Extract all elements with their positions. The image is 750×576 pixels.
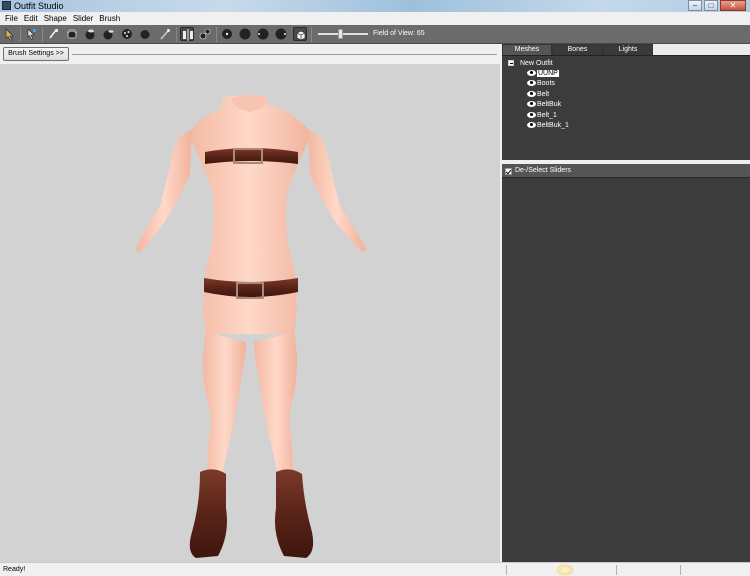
mesh-tree: New Outfit UUNP Boots Belt BeltBuk Belt_… <box>502 55 750 160</box>
status-divider <box>616 565 617 575</box>
maximize-button[interactable]: □ <box>704 0 718 11</box>
weight-brush-icon[interactable] <box>158 27 172 41</box>
model-right-boot <box>275 469 314 558</box>
eye-icon[interactable] <box>527 91 536 98</box>
title-bar: Outfit Studio – □ ✕ <box>0 0 750 12</box>
brush-settings-button[interactable]: Brush Settings >> <box>3 47 69 61</box>
sliders-header-label: De-/Select Sliders <box>515 167 572 174</box>
sliders-panel: De-/Select Sliders <box>502 164 750 562</box>
fov-slider-track[interactable] <box>318 33 368 35</box>
tree-item-label: BeltBuk <box>537 101 562 108</box>
close-button[interactable]: ✕ <box>720 0 746 11</box>
toolbar-separator <box>216 27 217 42</box>
select-sliders-checkbox[interactable] <box>505 168 512 175</box>
connected-only-icon[interactable] <box>198 27 212 41</box>
deflate-brush-icon[interactable] <box>65 27 79 41</box>
model-right-leg <box>254 332 297 484</box>
mask-brush-icon[interactable] <box>120 27 134 41</box>
brush-size-xlarge-icon[interactable] <box>274 27 288 41</box>
model-right-arm <box>308 130 366 252</box>
move-brush-icon[interactable] <box>83 27 97 41</box>
status-indicator <box>556 564 574 576</box>
tree-item-label: UUNP <box>537 70 559 77</box>
tree-root[interactable]: New Outfit <box>508 59 553 68</box>
tab-bones[interactable]: Bones <box>552 44 603 55</box>
toolbar-separator <box>20 27 21 42</box>
status-divider <box>506 565 507 575</box>
tree-root-label: New Outfit <box>520 60 553 67</box>
brush-size-large-icon[interactable] <box>256 27 270 41</box>
smooth-brush-icon[interactable] <box>101 27 115 41</box>
toolbar: Field of View: 65 <box>0 25 750 44</box>
model-left-leg <box>203 332 246 484</box>
window-title: Outfit Studio <box>14 1 64 11</box>
brush-settings-bar: Brush Settings >> <box>0 44 500 64</box>
toolbar-separator <box>176 27 177 42</box>
menu-slider[interactable]: Slider <box>70 12 96 25</box>
unmask-brush-icon[interactable] <box>138 27 152 41</box>
mirror-x-icon[interactable] <box>180 27 194 41</box>
status-text: Ready! <box>3 566 26 573</box>
menu-edit[interactable]: Edit <box>21 12 41 25</box>
menu-file[interactable]: File <box>2 12 21 25</box>
tree-item-label: Belt_1 <box>537 112 557 119</box>
select-icon[interactable] <box>3 27 17 41</box>
menu-bar: File Edit Shape Slider Brush <box>0 12 750 25</box>
transform-icon[interactable] <box>24 27 38 41</box>
fov-slider-thumb[interactable] <box>338 29 343 39</box>
tree-item[interactable]: Boots <box>527 79 555 88</box>
eye-icon[interactable] <box>527 112 536 119</box>
tree-item[interactable]: BeltBuk <box>527 100 561 109</box>
model-left-boot <box>189 469 227 558</box>
tree-item-label: Boots <box>537 80 555 87</box>
tree-item[interactable]: Belt_1 <box>527 111 557 120</box>
eye-icon[interactable] <box>527 70 536 77</box>
inflate-brush-icon[interactable] <box>47 27 61 41</box>
window-controls: – □ ✕ <box>686 0 746 12</box>
tree-item[interactable]: Belt <box>527 90 549 99</box>
model-left-arm <box>136 130 192 252</box>
toolbar-separator <box>42 27 43 42</box>
brush-size-small-icon[interactable] <box>220 27 234 41</box>
tree-item-label: BeltBuk_1 <box>537 122 569 129</box>
status-bar: Ready! <box>0 562 750 576</box>
menu-shape[interactable]: Shape <box>41 12 70 25</box>
minimize-button[interactable]: – <box>688 0 702 11</box>
eye-icon[interactable] <box>527 122 536 129</box>
3d-viewport[interactable] <box>0 64 500 562</box>
meshes-panel: Meshes Bones Lights New Outfit UUNP Boot… <box>502 44 750 160</box>
collapse-icon[interactable] <box>508 60 514 67</box>
tree-item[interactable]: UUNP <box>527 69 559 78</box>
tree-item-label: Belt <box>537 91 550 98</box>
sliders-header: De-/Select Sliders <box>502 164 750 178</box>
menu-brush[interactable]: Brush <box>96 12 123 25</box>
model-render <box>136 95 366 558</box>
wireframe-cube-icon[interactable] <box>293 27 307 41</box>
eye-icon[interactable] <box>527 80 536 87</box>
tree-item[interactable]: BeltBuk_1 <box>527 121 569 130</box>
status-divider <box>680 565 681 575</box>
toolbar-separator <box>311 27 312 42</box>
panel-tabs: Meshes Bones Lights <box>502 44 750 55</box>
brush-size-medium-icon[interactable] <box>238 27 252 41</box>
app-icon <box>2 1 11 10</box>
divider <box>72 54 497 55</box>
fov-label: Field of View: 65 <box>373 30 425 37</box>
tab-meshes[interactable]: Meshes <box>502 44 552 55</box>
tab-lights[interactable]: Lights <box>603 44 653 55</box>
eye-icon[interactable] <box>527 101 536 108</box>
